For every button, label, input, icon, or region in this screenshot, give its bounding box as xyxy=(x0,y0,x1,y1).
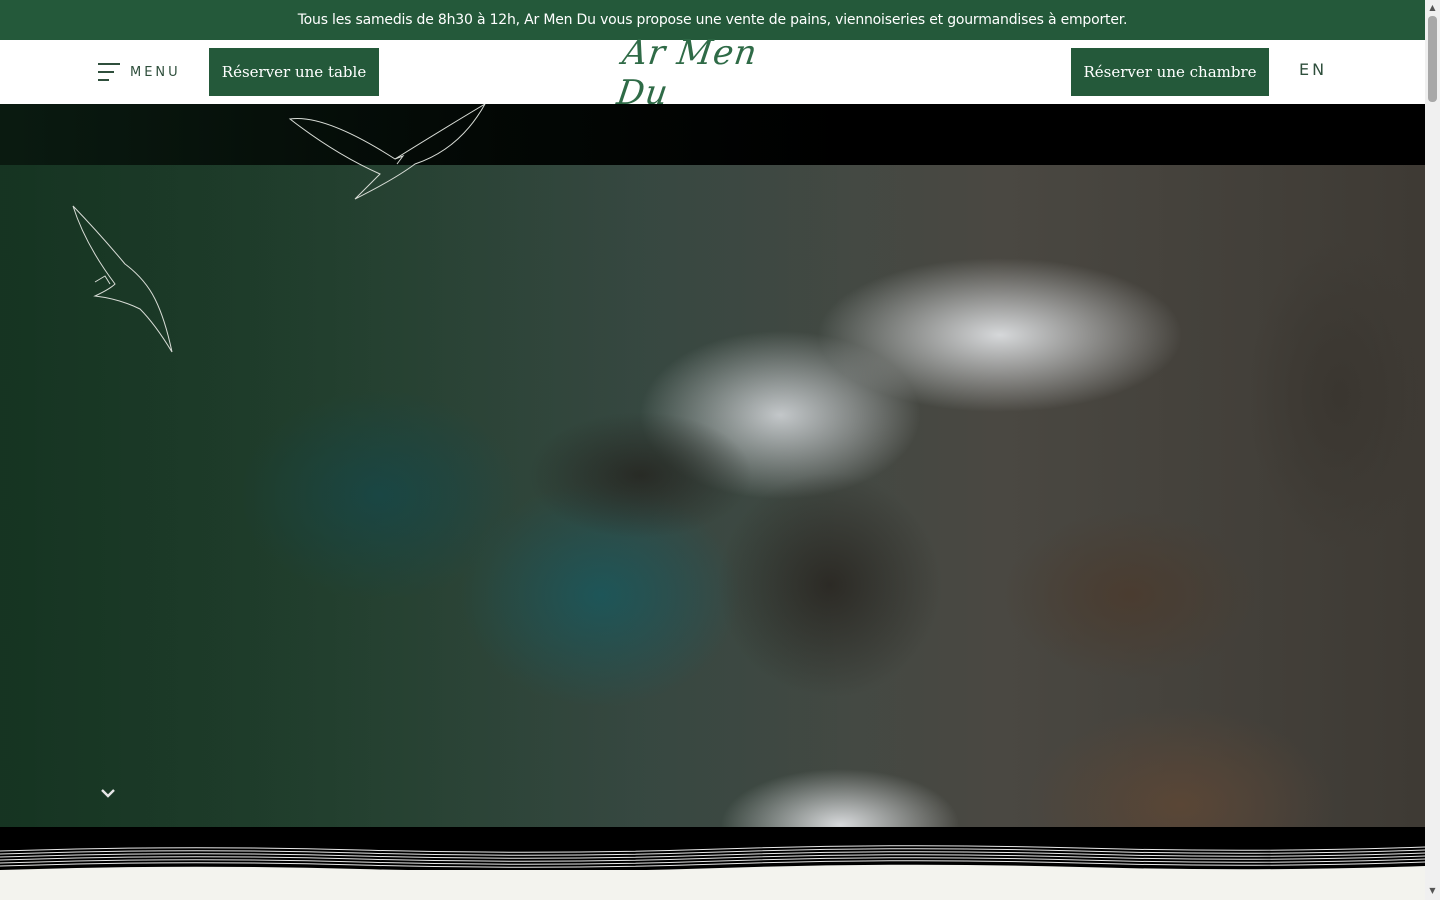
announcement-text: Tous les samedis de 8h30 à 12h, Ar Men D… xyxy=(297,12,1128,28)
scroll-up-arrow-icon[interactable]: ▲ xyxy=(1428,3,1437,12)
chevron-down-icon[interactable] xyxy=(98,783,118,803)
hero-section xyxy=(0,104,1425,827)
next-section-start xyxy=(0,870,1425,900)
hero-overlay xyxy=(0,104,1425,827)
menu-label: MENU xyxy=(130,64,181,80)
book-table-button[interactable]: Réserver une table xyxy=(209,48,379,96)
site-logo[interactable]: Ar Men Du xyxy=(614,33,804,113)
language-switch[interactable]: EN xyxy=(1299,60,1327,79)
logo-text: Ar Men Du xyxy=(614,33,761,113)
book-room-button[interactable]: Réserver une chambre xyxy=(1071,48,1269,96)
seagull-outline-icon xyxy=(288,104,486,200)
site-header: MENU Réserver une table Ar Men Du Réserv… xyxy=(0,33,1425,113)
hamburger-icon xyxy=(98,63,120,81)
scroll-down-arrow-icon[interactable]: ▼ xyxy=(1428,886,1437,895)
menu-button[interactable]: MENU xyxy=(98,62,181,82)
scrollbar-thumb[interactable] xyxy=(1428,16,1437,102)
seagull-outline-icon xyxy=(72,205,173,353)
page-scrollbar[interactable]: ▲ ▼ xyxy=(1425,0,1440,900)
